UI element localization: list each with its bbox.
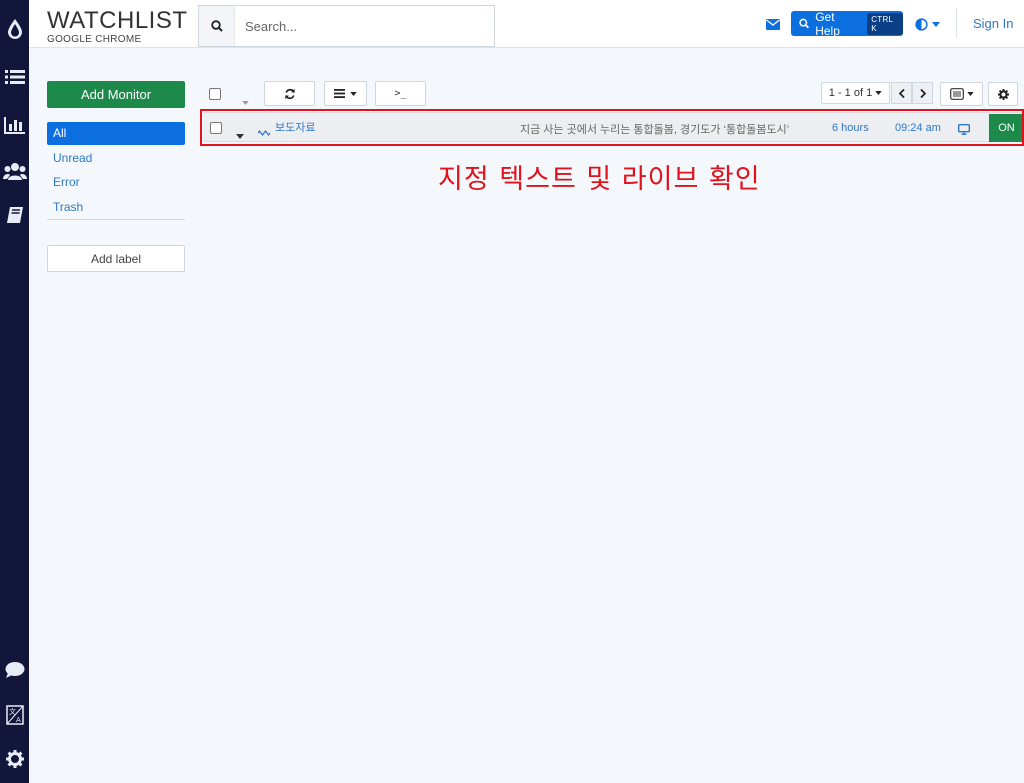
annotation-text: 지정 텍스트 및 라이브 확인 — [438, 164, 761, 195]
monitor-name-link[interactable]: 보도자료 — [275, 119, 315, 135]
sidebar-item-trash[interactable]: Trash — [47, 196, 185, 219]
chat-icon[interactable] — [0, 656, 29, 684]
svg-text:A: A — [16, 716, 21, 724]
monitor-status-toggle[interactable]: ON — [989, 114, 1024, 142]
list-icon[interactable] — [0, 63, 29, 91]
refresh-icon — [284, 88, 295, 99]
select-dropdown-icon[interactable] — [242, 92, 249, 110]
sidebar-item-unread[interactable]: Unread — [47, 147, 185, 170]
search-icon — [799, 18, 809, 29]
gear-icon[interactable] — [0, 745, 29, 773]
add-monitor-button[interactable]: Add Monitor — [47, 81, 185, 108]
svg-text:文: 文 — [9, 707, 16, 716]
left-rail: 文A — [0, 0, 29, 783]
row-checkbox[interactable] — [210, 122, 222, 134]
get-help-button[interactable]: Get Help CTRL K — [791, 9, 903, 38]
chart-icon[interactable] — [0, 111, 29, 139]
bulk-actions-button[interactable] — [324, 81, 367, 106]
wave-icon — [257, 123, 271, 141]
sign-in-link[interactable]: Sign In — [973, 16, 1013, 31]
page-title: WATCHLIST — [47, 7, 188, 34]
sidebar-divider — [47, 219, 185, 220]
menu-icon — [334, 89, 345, 98]
get-help-label: Get Help — [815, 9, 840, 38]
chevron-down-icon — [966, 92, 974, 96]
header-divider — [956, 8, 957, 38]
brand: WATCHLIST GOOGLE CHROME — [47, 8, 188, 46]
pagination-dropdown[interactable]: 1 - 1 of 1 — [821, 82, 890, 104]
next-page-button[interactable] — [912, 82, 933, 104]
chevron-right-icon — [919, 88, 926, 98]
terminal-label: >_ — [394, 88, 407, 99]
desktop-icon[interactable] — [957, 122, 971, 140]
mail-icon[interactable] — [766, 17, 780, 35]
chevron-left-icon — [898, 88, 905, 98]
prev-page-button[interactable] — [891, 82, 912, 104]
page-subtitle: GOOGLE CHROME — [47, 34, 142, 45]
refresh-button[interactable] — [264, 81, 315, 106]
users-icon[interactable] — [0, 157, 29, 185]
drop-icon[interactable] — [0, 15, 29, 43]
sidebar-item-all[interactable]: All — [47, 122, 185, 145]
search-box — [198, 5, 495, 47]
sidebar-item-error[interactable]: Error — [47, 171, 185, 194]
table-row[interactable]: 보도자료 지금 사는 곳에서 누리는 통합돌봄, 경기도가 ‘통합돌봄도시’ 6… — [203, 112, 1024, 142]
gear-icon — [997, 88, 1009, 100]
monitor-last-checked[interactable]: 09:24 am — [895, 122, 941, 134]
list-view-icon — [949, 88, 964, 100]
theme-toggle[interactable] — [915, 14, 945, 34]
chevron-down-icon — [932, 21, 940, 27]
help-shortcut: CTRL K — [867, 12, 903, 35]
translate-icon[interactable]: 文A — [0, 701, 29, 729]
view-options-button[interactable] — [940, 82, 983, 106]
chevron-down-icon — [875, 91, 882, 95]
row-expand-icon[interactable] — [236, 126, 244, 144]
contrast-icon — [915, 17, 928, 31]
search-input[interactable] — [245, 16, 485, 36]
select-all-checkbox[interactable] — [209, 88, 221, 100]
book-icon[interactable] — [0, 201, 29, 229]
settings-button[interactable] — [988, 82, 1018, 106]
top-header: WATCHLIST GOOGLE CHROME Get Help CTRL K … — [29, 0, 1024, 48]
monitor-text-preview: 지금 사는 곳에서 누리는 통합돌봄, 경기도가 ‘통합돌봄도시’ — [520, 124, 790, 136]
add-label-button[interactable]: Add label — [47, 245, 185, 272]
monitor-frequency[interactable]: 6 hours — [832, 122, 869, 134]
terminal-button[interactable]: >_ — [375, 81, 426, 106]
chevron-down-icon — [350, 91, 357, 96]
search-icon[interactable] — [199, 6, 235, 46]
pagination-label: 1 - 1 of 1 — [828, 87, 873, 99]
